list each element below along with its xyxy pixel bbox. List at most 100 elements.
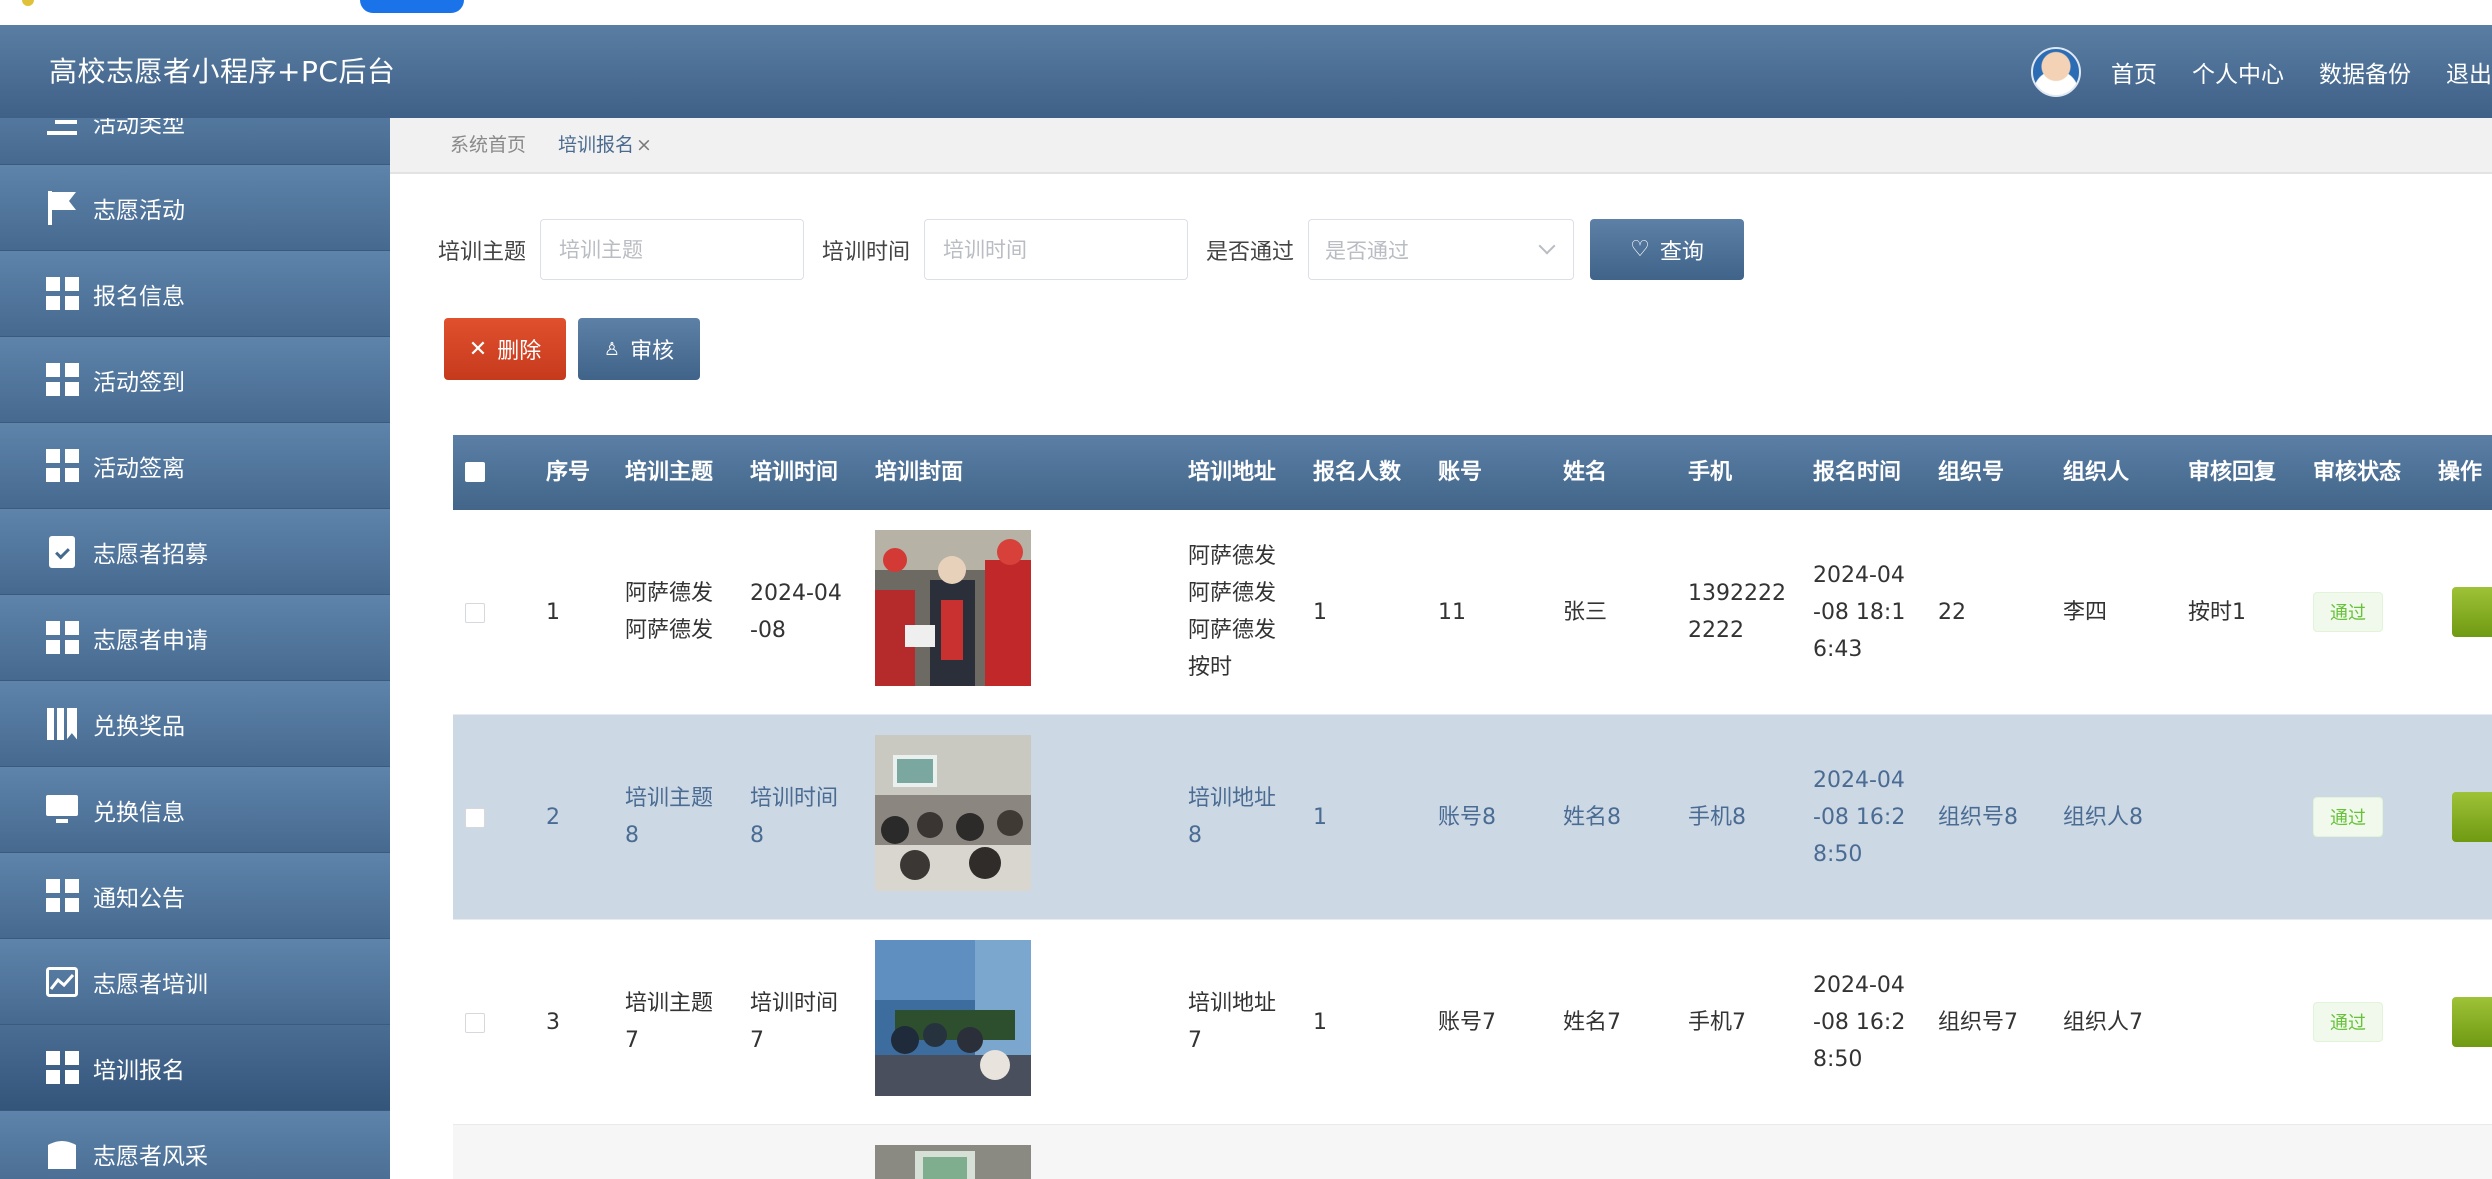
time-filter-label: 培训时间 (822, 239, 911, 265)
row-checkbox[interactable] (465, 603, 485, 623)
audit-button-label: 审核 (630, 339, 675, 364)
grid-icon (45, 449, 79, 483)
sidebar-item-signup-info[interactable]: 报名信息 (0, 251, 390, 337)
row-checkbox[interactable] (465, 1013, 485, 1033)
sidebar-item-application[interactable]: 志愿者申请 (0, 595, 390, 681)
col-header-topic: 培训主题 (625, 460, 714, 485)
query-button[interactable]: ♡ 查询 (1590, 219, 1745, 280)
delete-button[interactable]: ✕ 删除 (444, 318, 566, 380)
app-title: 高校志愿者小程序+PC后台 (49, 55, 396, 88)
breadcrumb: 系统首页 培训报名 × (390, 118, 2492, 174)
sidebar-item-training-signup[interactable]: 培训报名 (0, 1025, 390, 1111)
col-header-name: 姓名 (1563, 460, 1608, 485)
row-checkbox[interactable] (465, 808, 485, 828)
status-badge: 通过 (2313, 797, 2383, 837)
breadcrumb-home[interactable]: 系统首页 (450, 118, 526, 172)
sidebar-item-checkin[interactable]: 活动签到 (0, 337, 390, 423)
sidebar-item-label: 志愿者招募 (93, 541, 208, 568)
close-icon[interactable]: × (636, 134, 652, 156)
table-row[interactable]: 3 培训主题 7 培训时间 7 培训地址 7 1 账号7 姓名7 手机7 202… (453, 920, 2492, 1125)
cell-account: 账号8 (1438, 805, 1496, 830)
cell-reply: 按时1 (2188, 600, 2246, 625)
col-header-actions: 操作 (2438, 460, 2483, 485)
cell-no: 3 (546, 1010, 560, 1035)
sidebar-item-activity-type[interactable]: 活动类型 (0, 118, 390, 165)
sidebar-item-recruit[interactable]: 志愿者招募 (0, 509, 390, 595)
nav-logout-link[interactable]: 退出登录 (2446, 55, 2492, 89)
header-nav: 首页 个人中心 数据备份 退出登录 (2111, 25, 2492, 118)
clipboard-check-icon (45, 535, 79, 569)
pass-filter-select[interactable]: 是否通过 (1308, 219, 1575, 280)
cell-signup-time: 2024-04 -08 16:2 8:50 (1813, 973, 1906, 1072)
flag-icon (45, 190, 79, 225)
grid-icon (45, 1051, 79, 1085)
cover-image[interactable] (875, 940, 1031, 1096)
browser-blue-button[interactable] (360, 0, 464, 13)
col-header-address: 培训地址 (1188, 460, 1277, 485)
cell-address: 培训地址 8 (1188, 786, 1277, 848)
sidebar-item-label: 活动签离 (93, 455, 185, 482)
table-row[interactable]: 2 培训主题 8 培训时间 8 培训地址 8 1 账号8 姓名8 手机8 202… (453, 715, 2492, 920)
col-header-no: 序号 (546, 460, 591, 485)
cell-count: 1 (1313, 600, 1327, 625)
cell-no: 2 (546, 805, 560, 830)
search-filters: 培训主题 培训时间 是否通过 是否通过 ♡ 查询 (438, 218, 1745, 281)
grid-icon (45, 277, 79, 311)
cell-name: 姓名8 (1563, 805, 1621, 830)
pass-filter-label: 是否通过 (1206, 239, 1295, 265)
sidebar-item-label: 通知公告 (93, 885, 185, 912)
logo-fragment (22, 0, 34, 6)
table-row[interactable]: 1 阿萨德发 阿萨德发 2024-04 -08 阿萨德发 阿萨德发 阿萨德发 按 (453, 510, 2492, 715)
grid-icon (45, 879, 79, 913)
app-header: 高校志愿者小程序+PC后台 首页 个人中心 数据备份 退出登录 (0, 25, 2492, 118)
cell-address: 阿萨德发 阿萨德发 阿萨德发 按时 (1188, 544, 1277, 680)
cell-address: 培训地址 7 (1188, 991, 1277, 1053)
user-avatar[interactable] (2031, 47, 2081, 97)
cell-topic: 培训主题 7 (625, 991, 714, 1053)
sidebar-item-checkout[interactable]: 活动签离 (0, 423, 390, 509)
table-row[interactable] (453, 1125, 2492, 1179)
sidebar-item-volunteer-activity[interactable]: 志愿活动 (0, 165, 390, 251)
cover-image[interactable] (875, 735, 1031, 891)
sidebar-item-showcase[interactable]: 志愿者风采 (0, 1111, 390, 1179)
nav-profile-link[interactable]: 个人中心 (2192, 55, 2284, 89)
close-icon: ✕ (468, 336, 488, 362)
list-icon (45, 118, 79, 139)
cell-org-no: 组织号8 (1938, 805, 2018, 830)
row-action-button[interactable] (2452, 997, 2492, 1047)
status-badge: 通过 (2313, 1002, 2383, 1042)
delete-button-label: 删除 (497, 339, 542, 364)
browser-top-strip (0, 0, 2492, 25)
pass-filter-placeholder: 是否通过 (1325, 238, 1410, 263)
sidebar-item-label: 报名信息 (93, 283, 185, 310)
sidebar-item-label: 兑换信息 (93, 799, 185, 826)
cell-time: 培训时间 7 (750, 991, 839, 1053)
cell-count: 1 (1313, 1010, 1327, 1035)
cell-phone: 1392222 2222 (1688, 581, 1786, 643)
row-action-button[interactable] (2452, 587, 2492, 637)
sidebar-item-prizes[interactable]: 兑换奖品 (0, 681, 390, 767)
sidebar-item-training[interactable]: 志愿者培训 (0, 939, 390, 1025)
row-action-button[interactable] (2452, 792, 2492, 842)
grid-icon (45, 363, 79, 397)
cover-image[interactable] (875, 1145, 1031, 1179)
cell-signup-time: 2024-04 -08 18:1 6:43 (1813, 563, 1906, 662)
sidebar-item-notice[interactable]: 通知公告 (0, 853, 390, 939)
nav-home-link[interactable]: 首页 (2111, 55, 2157, 89)
topic-filter-input[interactable] (540, 219, 805, 280)
col-header-account: 账号 (1438, 460, 1483, 485)
audit-button[interactable]: ♙ 审核 (578, 318, 700, 380)
time-filter-input[interactable] (924, 219, 1189, 280)
cell-organizer: 李四 (2063, 600, 2108, 625)
chevron-down-icon (1538, 237, 1556, 255)
sidebar-item-exchange-info[interactable]: 兑换信息 (0, 767, 390, 853)
select-all-checkbox[interactable] (465, 462, 485, 482)
cell-count: 1 (1313, 805, 1327, 830)
cell-phone: 手机7 (1688, 1010, 1746, 1035)
col-header-count: 报名人数 (1313, 460, 1402, 485)
cover-image[interactable] (875, 530, 1031, 686)
nav-backup-link[interactable]: 数据备份 (2319, 55, 2411, 89)
sidebar-item-label: 志愿者培训 (93, 971, 208, 998)
sidebar-item-label: 志愿者申请 (93, 627, 208, 654)
breadcrumb-current-tab[interactable]: 培训报名 × (558, 118, 652, 172)
